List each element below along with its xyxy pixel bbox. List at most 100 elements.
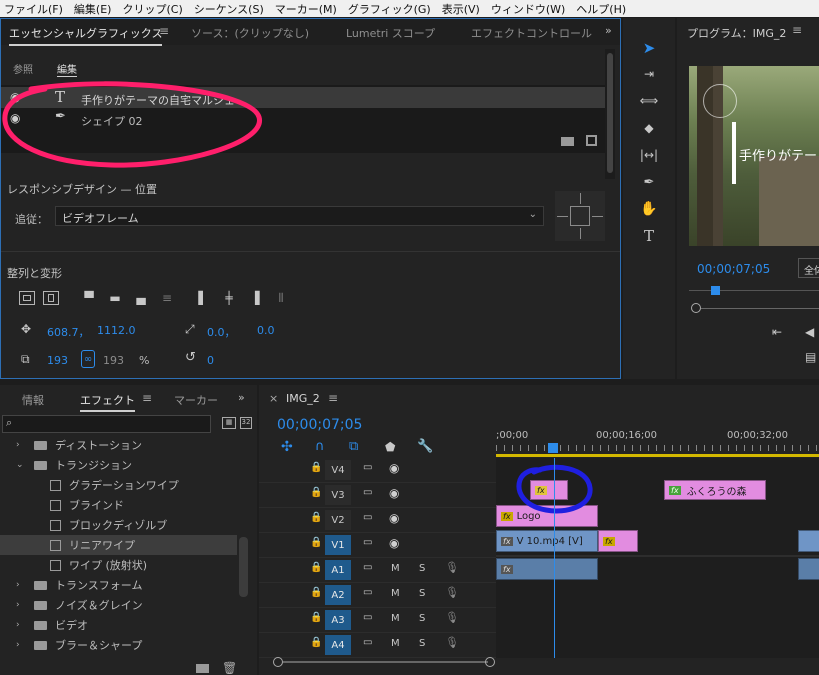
clip-v3-owl[interactable]: fx ふくろうの森 [664, 480, 766, 500]
new-layer-icon[interactable] [586, 135, 597, 146]
align-right-icon[interactable]: ▐ [247, 291, 263, 305]
lock-icon[interactable]: 🔒 [310, 612, 322, 623]
scale-lock-icon[interactable]: ∞ [81, 350, 95, 368]
solo-button[interactable]: S [419, 563, 425, 574]
track-target[interactable]: A1 [325, 560, 351, 580]
effects-scrollbar[interactable] [239, 537, 248, 597]
mark-in-icon[interactable]: ⇤ [772, 325, 782, 339]
subtab-edit[interactable]: 編集 [57, 61, 77, 77]
effects-folder[interactable]: › ビデオ [0, 615, 237, 635]
track-target[interactable]: V2 [325, 510, 351, 530]
pen-tool-icon[interactable]: ✒ [638, 172, 660, 192]
lock-icon[interactable]: 🔒 [310, 487, 322, 498]
solo-button[interactable]: S [419, 613, 425, 624]
new-group-icon[interactable] [561, 137, 574, 146]
effects-folder[interactable]: › ディストーション [0, 435, 237, 455]
effects-folder[interactable]: › トランスフォーム [0, 575, 237, 595]
zoom-handle-left[interactable] [273, 657, 283, 667]
track-target[interactable]: A2 [325, 585, 351, 605]
snap-magnet-icon[interactable]: ∩ [315, 439, 325, 454]
zoom-handle-right[interactable] [485, 657, 495, 667]
type-tool-icon[interactable]: T [638, 226, 660, 246]
lock-icon[interactable]: 🔒 [310, 562, 322, 573]
zoom-handle[interactable] [691, 303, 701, 313]
track-target[interactable]: A3 [325, 610, 351, 630]
align-top-icon[interactable]: ▀ [81, 291, 97, 305]
work-area-bar[interactable] [496, 454, 819, 457]
align-left-icon[interactable]: ▌ [195, 291, 211, 305]
rotation-value[interactable]: 0 [207, 354, 214, 367]
nest-icon[interactable]: ✣ [281, 439, 293, 455]
effects-menu-icon[interactable]: ≡ [142, 391, 152, 405]
track-target[interactable]: V1 [325, 535, 351, 555]
settings-wrench-icon[interactable]: 🔧 [417, 439, 433, 454]
hand-tool-icon[interactable]: ✋ [638, 199, 660, 219]
menu-item[interactable]: ファイル(F) [0, 1, 70, 17]
menu-item[interactable]: ヘルプ(H) [572, 1, 633, 17]
position-x-value[interactable]: 608.7， [47, 324, 90, 340]
sync-lock-icon[interactable]: ▭ [363, 562, 372, 573]
sync-lock-icon[interactable]: ▭ [363, 512, 372, 523]
trash-icon[interactable]: 🗑 [222, 661, 237, 675]
chevron-right-icon[interactable]: › [16, 620, 20, 630]
effects-item[interactable]: グラデーションワイプ [0, 475, 237, 495]
lock-icon[interactable]: 🔒 [310, 512, 322, 523]
position-y-value[interactable]: 1112.0 [97, 324, 136, 337]
program-menu-icon[interactable]: ≡ [792, 23, 802, 37]
video-preview[interactable]: 手作りがテー [689, 66, 819, 246]
lock-icon[interactable]: 🔒 [310, 537, 322, 548]
accelerated-effects-icon[interactable]: ▦ [222, 417, 236, 429]
anchor-y-value[interactable]: 0.0 [257, 324, 275, 337]
tab-effects[interactable]: エフェクト [80, 392, 135, 412]
sync-lock-icon[interactable]: ▭ [363, 487, 372, 498]
effects-item[interactable]: ワイプ (放射状) [0, 555, 237, 575]
align-center-icon[interactable]: ╪ [221, 291, 237, 305]
button-editor-icon[interactable]: ▤ [805, 350, 816, 364]
effects-search-input[interactable]: ⌕ [2, 415, 211, 433]
track-target[interactable]: V4 [325, 460, 351, 480]
chevron-right-icon[interactable]: › [16, 600, 20, 610]
lock-icon[interactable]: 🔒 [310, 637, 322, 648]
sync-lock-icon[interactable]: ▭ [363, 637, 372, 648]
mute-button[interactable]: M [391, 563, 400, 574]
mute-button[interactable]: M [391, 638, 400, 649]
chevron-right-icon[interactable]: › [16, 440, 20, 450]
32bit-effects-icon[interactable]: 32 [240, 417, 252, 429]
clip-a1-audio[interactable]: fx [496, 558, 598, 580]
tab-essential-graphics[interactable]: エッセンシャルグラフィックス [9, 25, 163, 46]
eye-icon[interactable]: ◉ [389, 461, 399, 475]
sync-lock-icon[interactable]: ▭ [363, 462, 372, 473]
effects-item[interactable]: リニアワイプ [0, 535, 237, 555]
follow-dropdown[interactable]: ビデオフレーム ⌄ [55, 206, 544, 226]
playhead-marker[interactable] [711, 286, 720, 295]
sync-lock-icon[interactable]: ▭ [363, 537, 372, 548]
more-tabs-icon[interactable]: » [238, 391, 245, 404]
align-horizontal-center-icon[interactable] [43, 291, 59, 305]
timeline-scrollbar[interactable] [283, 661, 488, 663]
clip-v1-video-next[interactable] [798, 530, 819, 552]
menu-item[interactable]: 表示(V) [438, 1, 487, 17]
time-ruler[interactable]: ;00;00 00;00;16;00 00;00;32;00 [496, 425, 819, 458]
linked-selection-icon[interactable]: ⧉ [349, 439, 358, 454]
sync-lock-icon[interactable]: ▭ [363, 612, 372, 623]
microphone-icon[interactable]: 🎙 [445, 561, 459, 574]
clip-a1-audio-next[interactable] [798, 558, 819, 580]
tab-source[interactable]: ソース：(クリップなし) [191, 25, 309, 41]
sync-lock-icon[interactable]: ▭ [363, 587, 372, 598]
sequence-tab[interactable]: IMG_2 [286, 392, 320, 405]
menu-item[interactable]: グラフィック(G) [344, 1, 438, 17]
mute-button[interactable]: M [391, 613, 400, 624]
effects-folder[interactable]: › ノイズ＆グレイン [0, 595, 237, 615]
scale-value[interactable]: 193 [47, 354, 68, 367]
menu-item[interactable]: シーケンス(S) [190, 1, 271, 17]
lock-icon[interactable]: 🔒 [310, 587, 322, 598]
align-bottom-icon[interactable]: ▄ [133, 291, 149, 305]
lock-icon[interactable]: 🔒 [310, 462, 322, 473]
tab-effect-controls[interactable]: エフェクトコントロール [471, 25, 592, 41]
timeline-menu-icon[interactable]: ≡ [328, 391, 338, 405]
mute-button[interactable]: M [391, 588, 400, 599]
selection-tool-icon[interactable]: ➤ [638, 38, 660, 58]
track-target[interactable]: A4 [325, 635, 351, 655]
effects-item[interactable]: ブラインド [0, 495, 237, 515]
menu-item[interactable]: ウィンドウ(W) [487, 1, 572, 17]
